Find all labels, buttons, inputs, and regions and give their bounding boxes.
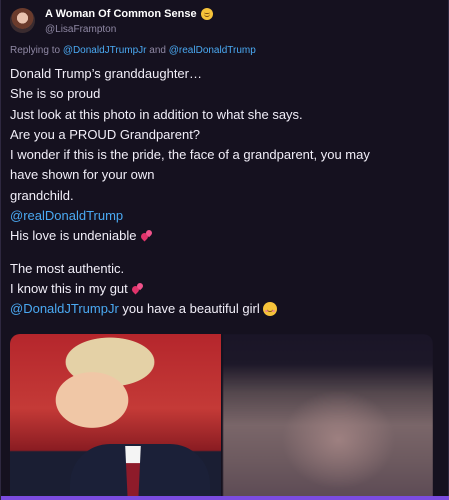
text-span: I know this in my gut — [10, 280, 128, 296]
text-line: Are you a PROUD Grandparent? — [10, 126, 201, 142]
avatar[interactable] — [10, 8, 35, 33]
accent-bar — [1, 496, 449, 500]
media-photo-left[interactable] — [10, 334, 221, 500]
text-span: you have a beautiful girl — [118, 301, 260, 317]
reply-context: Replying to @DonaldJTrumpJr and @realDon… — [10, 45, 256, 56]
mention-link-realdonaldtrump[interactable]: @realDonaldTrump — [169, 45, 256, 56]
media-grid — [10, 334, 433, 500]
text-line: have shown for your own — [10, 167, 155, 183]
tweet: A Woman Of Common Sense @LisaFrampton Re… — [0, 0, 449, 500]
smiling-face-icon — [200, 8, 213, 20]
text-span: His love is undeniable — [10, 228, 137, 244]
text-line: I know this in my gut — [10, 279, 440, 299]
two-hearts-icon — [131, 282, 144, 295]
tweet-text: Donald Trump’s granddaughter… She is so … — [10, 64, 440, 320]
reply-prefix: Replying to — [10, 45, 63, 56]
text-line: I wonder if this is the pride, the face … — [10, 147, 370, 163]
media-photo-right[interactable] — [222, 334, 433, 500]
text-line: @DonaldJTrumpJr you have a beautiful gir… — [10, 299, 440, 319]
text-line: She is so proud — [10, 86, 101, 102]
author-display-name[interactable]: A Woman Of Common Sense — [45, 8, 197, 20]
text-line: grandchild. — [10, 187, 74, 203]
author-name[interactable]: A Woman Of Common Sense — [45, 8, 213, 20]
text-line: Just look at this photo in addition to w… — [10, 106, 303, 122]
text-line: His love is undeniable — [10, 226, 440, 246]
two-hearts-icon — [140, 229, 153, 242]
text-line: Donald Trump’s granddaughter… — [10, 66, 202, 81]
author-handle[interactable]: @LisaFrampton — [45, 24, 116, 35]
mention-link-realdonaldtrump[interactable]: @realDonaldTrump — [10, 206, 440, 226]
text-line: The most authentic. — [10, 260, 125, 276]
smiling-face-icon — [263, 302, 278, 317]
mention-link-donaldjtrumpjr[interactable]: @DonaldJTrumpJr — [10, 301, 119, 316]
mention-link-donaldjtrumpjr[interactable]: @DonaldJTrumpJr — [63, 45, 147, 56]
reply-joiner: and — [146, 45, 169, 56]
